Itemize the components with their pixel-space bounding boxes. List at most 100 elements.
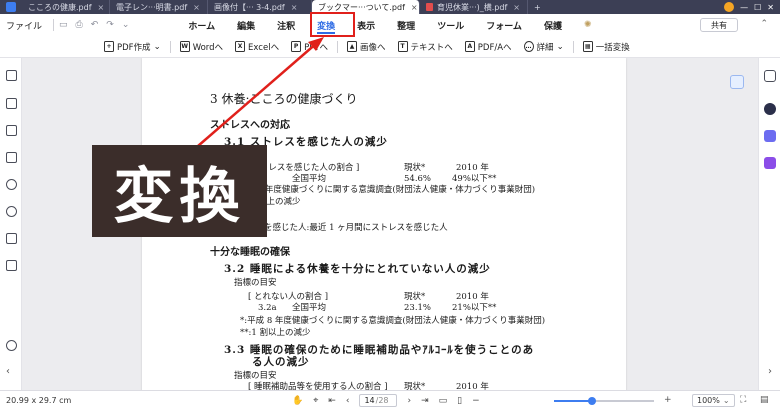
tab-close-icon[interactable]: × bbox=[291, 3, 298, 12]
first-page-icon[interactable]: ⇤ bbox=[328, 396, 336, 406]
translate-icon[interactable] bbox=[764, 130, 776, 142]
table-cell: 54.6% bbox=[404, 174, 432, 184]
to-excel-button[interactable]: X Excelへ bbox=[229, 41, 285, 53]
next-page-icon[interactable]: › bbox=[407, 396, 411, 406]
new-tab-button[interactable]: + bbox=[528, 0, 548, 14]
tab-close-icon[interactable]: × bbox=[513, 3, 520, 12]
page-heading: 3 休養:こころの健康づくり bbox=[210, 92, 358, 106]
layers-icon[interactable] bbox=[6, 233, 17, 244]
maximize-icon[interactable]: ☐ bbox=[754, 3, 761, 12]
tab-edit[interactable]: 編集 bbox=[226, 14, 266, 36]
layers-list-icon[interactable] bbox=[6, 152, 17, 163]
app-logo-icon bbox=[0, 0, 22, 14]
close-window-icon[interactable]: ✕ bbox=[767, 3, 774, 12]
chevron-left-icon[interactable]: ‹ bbox=[6, 366, 17, 377]
to-word-button[interactable]: W Wordへ bbox=[174, 41, 229, 53]
chevron-down-icon: ⌄ bbox=[722, 396, 730, 405]
ribbon-item-label: PPTへ bbox=[304, 42, 329, 53]
toolbar-more-icon[interactable]: ⌄ bbox=[122, 20, 130, 30]
batch-convert-button[interactable]: ▦ 一括変換 bbox=[577, 41, 636, 53]
save-icon[interactable]: ▭ bbox=[59, 20, 68, 30]
previous-page-icon[interactable]: ‹ bbox=[346, 396, 350, 406]
redo-icon[interactable]: ↷ bbox=[106, 20, 114, 30]
ai-tools-icon[interactable] bbox=[764, 157, 776, 169]
tab-document-1[interactable]: こころの健康.pdf × bbox=[22, 0, 110, 14]
create-pdf-button[interactable]: + PDF作成 ⌄ bbox=[98, 41, 167, 53]
pdf-create-icon: + bbox=[104, 41, 114, 52]
tab-annotate[interactable]: 注釈 bbox=[266, 14, 306, 36]
attachment-icon[interactable] bbox=[6, 179, 17, 190]
ppt-icon: P bbox=[291, 41, 302, 52]
tab-form[interactable]: フォーム bbox=[475, 14, 533, 36]
zoom-in-icon[interactable]: + bbox=[664, 395, 672, 405]
more-options-button[interactable]: … 詳細 ⌄ bbox=[518, 41, 570, 53]
search-icon[interactable] bbox=[6, 206, 17, 217]
tab-organize[interactable]: 整理 bbox=[386, 14, 426, 36]
table-cell: 現状* bbox=[404, 292, 426, 302]
reading-mode-icon[interactable]: ▤ bbox=[760, 395, 769, 405]
callout-label: 変換 bbox=[92, 145, 267, 237]
right-sidebar: › bbox=[758, 58, 780, 390]
convert-ribbon: + PDF作成 ⌄ W Wordへ X Excelへ P PPTへ ▲ 画像へ … bbox=[0, 36, 780, 58]
label: 指標の目安 bbox=[234, 278, 277, 288]
zoom-level: 100% bbox=[697, 396, 720, 405]
zoom-slider-handle[interactable] bbox=[588, 397, 596, 405]
share-button[interactable]: 共有 bbox=[700, 18, 738, 32]
word-icon: W bbox=[179, 41, 190, 52]
batch-convert-icon: ▦ bbox=[582, 41, 593, 52]
to-ppt-button[interactable]: P PPTへ bbox=[285, 41, 334, 53]
zoom-out-icon[interactable]: − bbox=[472, 396, 480, 406]
tab-document-3[interactable]: 画像付【··· 3-4.pdf × bbox=[208, 0, 312, 14]
table-cell: 現状* bbox=[404, 163, 426, 173]
select-tool-icon[interactable]: ⌖ bbox=[313, 396, 318, 406]
chevron-right-icon[interactable]: › bbox=[764, 366, 776, 378]
page-layout-icon[interactable]: ▯ bbox=[457, 396, 462, 406]
subsection-heading: 3.3 睡眠の確保のために睡眠補助品やｱﾙｺｰﾙを使うことのあ bbox=[224, 344, 535, 356]
zoom-slider[interactable] bbox=[554, 397, 654, 405]
last-page-icon[interactable]: ⇥ bbox=[421, 396, 429, 406]
window-controls: — ☐ ✕ bbox=[724, 0, 780, 14]
collapse-ribbon-icon[interactable]: ⌃ bbox=[760, 19, 768, 29]
to-image-button[interactable]: ▲ 画像へ bbox=[341, 41, 392, 53]
tab-label: 画像付【··· 3-4.pdf bbox=[214, 2, 285, 12]
undo-icon[interactable]: ↶ bbox=[91, 20, 99, 30]
ai-convert-icon[interactable] bbox=[730, 75, 744, 89]
image-icon: ▲ bbox=[347, 41, 358, 52]
help-icon[interactable] bbox=[6, 340, 17, 351]
print-icon[interactable]: ⎙ bbox=[76, 20, 83, 30]
ai-assistant-icon[interactable] bbox=[764, 103, 776, 115]
tab-label: 電子レン···明書.pdf bbox=[116, 2, 188, 12]
fullscreen-icon[interactable]: ⛶ bbox=[740, 395, 746, 405]
file-menu[interactable]: ファイル bbox=[0, 19, 48, 32]
section-heading: 十分な睡眠の確保 bbox=[210, 247, 290, 258]
more-icon: … bbox=[523, 41, 534, 52]
ribbon-tabs: ホーム 編集 注釈 変換 表示 整理 ツール フォーム 保護 ✺ bbox=[177, 14, 602, 36]
tab-document-5[interactable]: 育児休業···)_横.pdf × bbox=[420, 0, 528, 14]
fit-page-icon[interactable]: ▭ bbox=[439, 396, 448, 406]
table-cell: 3.2a bbox=[258, 303, 277, 313]
tab-protect[interactable]: 保護 bbox=[533, 14, 573, 36]
tab-close-icon[interactable]: × bbox=[98, 3, 105, 12]
page-number-input[interactable]: 14 /28 bbox=[359, 394, 398, 407]
to-text-button[interactable]: T テキストへ bbox=[392, 41, 459, 53]
page-thumbnails-icon[interactable] bbox=[6, 70, 17, 81]
tab-close-icon[interactable]: × bbox=[411, 3, 418, 12]
tab-document-2[interactable]: 電子レン···明書.pdf × bbox=[110, 0, 208, 14]
zoom-level-dropdown[interactable]: 100% ⌄ bbox=[692, 394, 735, 407]
highlight-box bbox=[310, 12, 355, 37]
properties-icon[interactable] bbox=[764, 70, 776, 82]
signature-icon[interactable] bbox=[6, 260, 17, 271]
tab-tools[interactable]: ツール bbox=[426, 14, 475, 36]
user-avatar[interactable] bbox=[724, 2, 735, 12]
tab-close-icon[interactable]: × bbox=[193, 3, 200, 12]
chevron-down-icon: ⌄ bbox=[556, 41, 564, 52]
minimize-icon[interactable]: — bbox=[740, 3, 748, 12]
comment-icon[interactable] bbox=[6, 125, 17, 136]
to-pdfa-button[interactable]: A PDF/Aへ bbox=[459, 41, 518, 53]
quick-access-toolbar: ▭ ⎙ ↶ ↷ ⌄ bbox=[59, 20, 137, 30]
bookmark-icon[interactable] bbox=[6, 98, 17, 109]
footnote: *:平成 8 年度健康づくりに関する意識調査(財団法人健康・体力づくり事業財団) bbox=[230, 185, 536, 195]
hand-tool-icon[interactable]: ✋ bbox=[292, 396, 303, 406]
tab-home[interactable]: ホーム bbox=[177, 14, 226, 36]
tips-lightbulb-icon[interactable]: ✺ bbox=[573, 14, 603, 36]
